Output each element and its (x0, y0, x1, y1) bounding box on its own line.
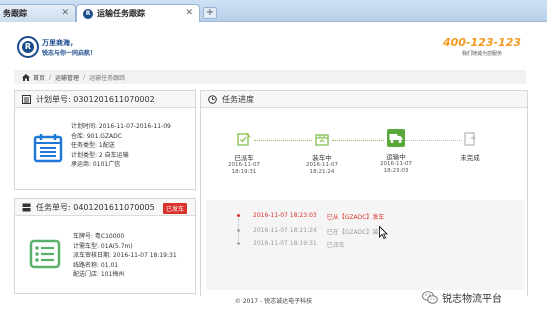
browser-tab-active[interactable]: R 运输任务跟踪 ✕ (76, 4, 200, 22)
card-icon (22, 203, 31, 211)
truck-icon (387, 129, 405, 147)
breadcrumb-home[interactable]: 首页 (33, 73, 45, 82)
log-dot (237, 242, 240, 245)
plan-plan-type: 计划类型: 2 自车运输 (71, 151, 129, 159)
progress-title: 任务进度 (222, 94, 254, 104)
step-loading: 装车中 2016-11-07 18:21:24 (300, 132, 344, 176)
breadcrumb-separator: / (49, 73, 52, 81)
task-vehicle-type: 计需车型: 01A(5.7m) (73, 242, 133, 250)
log-time: 2016-11-07 18:21:24 (253, 227, 317, 234)
mouse-pointer-icon (379, 226, 388, 239)
log-dot-current (237, 214, 240, 217)
hotline-subtitle: 我们随诚为您服务 (461, 51, 502, 57)
step-incomplete: 未完成 (448, 132, 492, 162)
wechat-icon (422, 291, 438, 304)
breadcrumb-separator: / (83, 73, 86, 81)
task-info-list: 车牌号: 粤C10000 计需车型: 01A(5.7m) 派车审核日期: 201… (73, 232, 177, 280)
progress-panel-header: 任务进度 (201, 91, 527, 108)
step-in-transit: 运输中 2016-11-07 18:23:03 (372, 129, 420, 175)
plan-warehouse: 仓库: 901.GZADC (71, 132, 122, 140)
calendar-icon (33, 134, 63, 163)
plan-carrier: 承运商: 0101广信 (71, 161, 121, 168)
log-entry: 2016-11-07 18:21:24 已在【GZADC】装车 (253, 227, 384, 236)
brand-logo-icon: R (83, 8, 93, 19)
list-icon (22, 94, 31, 104)
brand-mark-icon: R (17, 36, 39, 58)
log-time: 2016-11-07 18:23:03 (253, 212, 317, 219)
step-time: 18:21:24 (309, 169, 335, 175)
breadcrumb-current: 运输任务跟踪 (89, 74, 126, 82)
edit-check-icon (237, 132, 251, 146)
watermark-text: 锐志物流平台 (442, 294, 502, 305)
task-store: 配送门店: 101梅州 (73, 271, 125, 278)
plan-time: 计划时间: 2016-11-07-2016-11-09 (71, 123, 171, 130)
hotline-number: 400-123-123 (442, 36, 521, 49)
task-number: 任务单号: 0401201611070005 (36, 202, 155, 212)
plan-panel: 计划单号: 0301201611070002 计划时间: 2016-11-07-… (14, 90, 196, 190)
task-panel: 任务单号: 0401201611070005 已发车 车牌号: 粤C10000 … (14, 198, 196, 294)
status-badge: 已发车 (162, 203, 187, 214)
task-plate: 车牌号: 粤C10000 (73, 233, 125, 240)
app-header: R 万里商海， 锐志与你一同启航！ 400-123-123 我们随诚为您服务 (0, 22, 547, 66)
brand-slogan-1: 万里商海， (42, 38, 77, 47)
step-label: 未完成 (460, 154, 480, 162)
close-icon[interactable]: ✕ (61, 8, 69, 18)
task-panel-header: 任务单号: 0401201611070005 已发车 (15, 199, 195, 216)
breadcrumb: 首页 / 运输管理 / 运输任务跟踪 (14, 70, 526, 84)
step-label: 装车中 (312, 154, 332, 162)
package-icon (315, 134, 329, 146)
step-date: 2016-11-07 (228, 162, 260, 168)
close-icon[interactable]: ✕ (185, 8, 193, 18)
clock-icon (208, 94, 217, 104)
log-text: 已从【GZADC】发车 (326, 214, 385, 221)
step-date: 2016-11-07 (380, 161, 412, 167)
tab-title: 务跟踪 (3, 9, 27, 18)
log-dot (237, 229, 240, 232)
step-time: 18:19:31 (231, 169, 257, 175)
step-label: 运输中 (386, 153, 406, 161)
hotline: 400-123-123 我们随诚为您服务 (443, 36, 521, 57)
document-icon (464, 132, 476, 146)
plan-info-list: 计划时间: 2016-11-07-2016-11-09 仓库: 901.GZAD… (71, 122, 171, 170)
breadcrumb-transport[interactable]: 运输管理 (55, 73, 79, 82)
new-tab-button[interactable]: + (203, 7, 217, 19)
step-dispatched: 已派车 2016-11-07 18:19:31 (222, 132, 266, 176)
log-text: 已在【GZADC】装车 (326, 229, 385, 236)
task-route: 线路名称: 01.01 (73, 261, 119, 269)
log-text: 已派车 (326, 242, 345, 249)
plan-task-type: 任务类型: 1配送 (71, 142, 115, 149)
plan-panel-header: 计划单号: 0301201611070002 (15, 91, 195, 108)
step-label: 已派车 (234, 154, 254, 162)
step-date: 2016-11-07 (306, 162, 338, 168)
brand-slogan-2: 锐志与你一同启航！ (42, 49, 97, 57)
log-entry: 2016-11-07 18:19:31 已派车 (253, 240, 345, 249)
log-time: 2016-11-07 18:19:31 (253, 240, 317, 247)
home-icon (22, 73, 30, 81)
receipt-icon (29, 239, 61, 269)
step-time: 18:23:03 (383, 168, 409, 174)
browser-tab-previous[interactable]: 务跟踪 ✕ (0, 4, 76, 22)
brand-logo[interactable]: R 万里商海， 锐志与你一同启航！ (17, 36, 96, 58)
log-entry: 2016-11-07 18:23:03 已从【GZADC】发车 (253, 212, 384, 221)
browser-tab-strip: 务跟踪 ✕ R 运输任务跟踪 ✕ + (0, 0, 547, 22)
plan-number: 计划单号: 0301201611070002 (36, 94, 155, 104)
tab-title: 运输任务跟踪 (97, 9, 145, 18)
watermark: 锐志物流平台 (422, 290, 502, 305)
task-review-date: 派车审核日期: 2016-11-07 18:19:31 (73, 252, 177, 259)
